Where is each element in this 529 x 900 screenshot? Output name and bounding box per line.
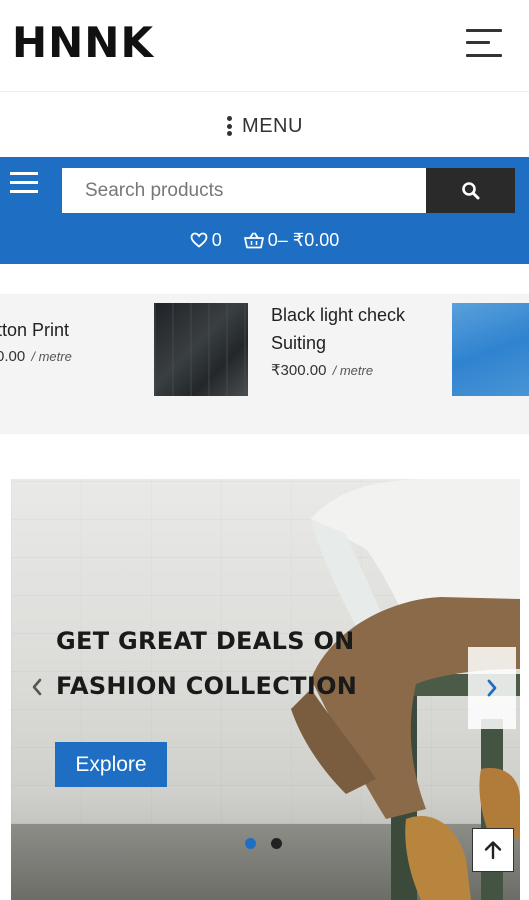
cart-summary-row: 0 0– ₹0.00 [0, 227, 529, 253]
chevron-right-icon [487, 679, 497, 697]
menu-toggle-button[interactable]: MENU [0, 95, 529, 157]
search-icon [461, 181, 479, 199]
kebab-icon [226, 116, 232, 136]
product-price: ₹300.00 / metre [271, 362, 374, 379]
basket-icon [243, 232, 264, 248]
hamburger-icon[interactable] [466, 27, 504, 61]
chevron-left-icon [32, 678, 42, 696]
product-thumbnail[interactable] [452, 303, 529, 396]
product-name[interactable]: Black light check Suiting [271, 301, 446, 357]
category-menu-icon[interactable] [10, 170, 38, 194]
wishlist-link[interactable]: 0 [190, 230, 222, 251]
menu-label: MENU [242, 114, 303, 137]
cart-total: 0– ₹0.00 [267, 229, 340, 250]
back-to-top-button[interactable] [472, 828, 514, 872]
site-header: HNNK [0, 0, 529, 92]
heart-icon [190, 232, 208, 248]
search-button[interactable] [426, 168, 515, 213]
slider-dot-2[interactable] [271, 838, 282, 849]
hero-title: GET GREAT DEALS ON FASHION COLLECTION [56, 627, 358, 700]
product-carousel: tton Print 0.00 / metre Black light chec… [0, 294, 529, 434]
site-logo[interactable]: HNNK [12, 18, 154, 67]
hero-slider: GET GREAT DEALS ON FASHION COLLECTION Ex… [11, 479, 520, 900]
explore-button[interactable]: Explore [55, 742, 167, 787]
product-name[interactable]: tton Print [0, 316, 69, 344]
slider-next-button[interactable] [468, 647, 516, 729]
slider-dots [245, 838, 297, 849]
slider-prev-button[interactable] [25, 675, 49, 699]
arrow-up-icon [484, 841, 502, 860]
search-input[interactable] [62, 168, 426, 213]
cart-link[interactable]: 0– ₹0.00 [243, 229, 340, 251]
search-bar: 0 0– ₹0.00 [0, 157, 529, 264]
product-thumbnail[interactable] [154, 303, 248, 396]
wishlist-count: 0 [211, 229, 222, 250]
slider-dot-1[interactable] [245, 838, 256, 849]
product-price: 0.00 / metre [0, 348, 72, 365]
